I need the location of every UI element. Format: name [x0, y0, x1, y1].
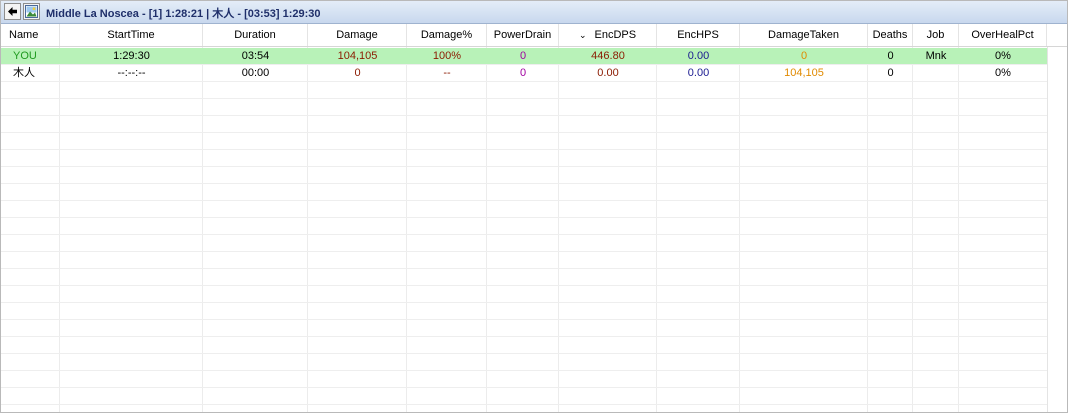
- cell-duration: 03:54: [241, 50, 270, 62]
- back-button[interactable]: [4, 3, 21, 20]
- picture-icon: [25, 5, 38, 18]
- grid-line: [1, 302, 1047, 303]
- combatant-table: Name StartTime Duration Damage Damage% P…: [1, 24, 1067, 412]
- grid-line: [1, 234, 1047, 235]
- grid-line: [1, 217, 1047, 218]
- grid-line: [1, 336, 1047, 337]
- cell-starttime: 1:29:30: [113, 50, 150, 62]
- cell-job: Mnk: [925, 50, 947, 62]
- column-header-name[interactable]: Name: [1, 24, 60, 46]
- grid-line: [1, 404, 1047, 405]
- column-header-damagepct[interactable]: Damage%: [407, 24, 487, 46]
- table-row[interactable]: 木人 --:--:-- 00:00 0 -- 0 0.00 0.00 104,1…: [1, 65, 1047, 81]
- cell-deaths: 0: [887, 67, 894, 79]
- cell-name: 木人: [13, 67, 35, 79]
- grid-line: [1, 251, 1047, 252]
- grid-line: [656, 47, 657, 412]
- arrow-left-icon: [8, 7, 17, 16]
- grid-line: [867, 47, 868, 412]
- column-header-starttime[interactable]: StartTime: [60, 24, 203, 46]
- column-header-deaths[interactable]: Deaths: [868, 24, 913, 46]
- grid-line: [1, 387, 1047, 388]
- grid-line: [1047, 47, 1048, 412]
- cell-overhealpct: 0%: [995, 67, 1011, 79]
- cell-powerdrain: 0: [519, 67, 527, 79]
- grid-line: [1, 166, 1047, 167]
- cell-name: YOU: [13, 50, 37, 62]
- grid-line: [1, 319, 1047, 320]
- cell-damagetaken: 104,105: [784, 67, 824, 79]
- grid-line: [1, 132, 1047, 133]
- act-window: Middle La Noscea - [1] 1:28:21 | 木人 - [0…: [0, 0, 1068, 413]
- column-header-duration[interactable]: Duration: [203, 24, 308, 46]
- grid-line: [486, 47, 487, 412]
- grid-line: [1, 81, 1047, 82]
- cell-starttime: --:--:--: [117, 67, 146, 79]
- graph-view-button[interactable]: [23, 3, 40, 20]
- encounter-title: Middle La Noscea - [1] 1:28:21 | 木人 - [0…: [46, 8, 321, 20]
- table-header: Name StartTime Duration Damage Damage% P…: [1, 24, 1067, 47]
- grid-line: [558, 47, 559, 412]
- grid-line: [958, 47, 959, 412]
- column-header-enchps[interactable]: EncHPS: [657, 24, 740, 46]
- grid-line: [1, 98, 1047, 99]
- column-header-overhealpct[interactable]: OverHealPct: [959, 24, 1047, 46]
- column-header-damagetaken[interactable]: DamageTaken: [740, 24, 868, 46]
- cell-overhealpct: 0%: [995, 50, 1011, 62]
- column-header-job[interactable]: Job: [913, 24, 959, 46]
- grid-line: [202, 47, 203, 412]
- grid-line: [912, 47, 913, 412]
- table-row[interactable]: YOU 1:29:30 03:54 104,105 100% 0 446.80 …: [1, 48, 1047, 64]
- cell-deaths: 0: [887, 50, 894, 62]
- cell-job: [913, 65, 959, 81]
- grid-line: [307, 47, 308, 412]
- column-header-damage[interactable]: Damage: [308, 24, 407, 46]
- grid-line: [739, 47, 740, 412]
- sort-descending-icon: ⌄: [578, 30, 587, 40]
- grid-line: [1, 268, 1047, 269]
- grid-line: [1, 183, 1047, 184]
- grid-line: [1, 370, 1047, 371]
- column-header-encdps[interactable]: ⌄ EncDPS: [559, 24, 657, 46]
- grid-line: [59, 47, 60, 412]
- grid-line: [1, 200, 1047, 201]
- grid-line: [406, 47, 407, 412]
- encounter-title-bar: Middle La Noscea - [1] 1:28:21 | 木人 - [0…: [1, 1, 1067, 24]
- cell-encdps: 446.80: [591, 50, 625, 62]
- cell-damage: 104,105: [337, 50, 378, 62]
- grid-line: [1, 149, 1047, 150]
- cell-powerdrain: 0: [519, 50, 527, 62]
- grid-line: [1, 353, 1047, 354]
- column-header-powerdrain[interactable]: PowerDrain: [487, 24, 559, 46]
- cell-damagepct: --: [443, 67, 451, 79]
- grid-line: [1, 285, 1047, 286]
- cell-damagetaken: 0: [800, 50, 808, 62]
- cell-damagepct: 100%: [432, 50, 462, 62]
- grid-line: [1, 115, 1047, 116]
- cell-damage: 0: [354, 67, 361, 79]
- cell-duration: 00:00: [241, 67, 270, 79]
- cell-encdps: 0.00: [597, 67, 619, 79]
- cell-enchps: 0.00: [687, 50, 710, 62]
- cell-enchps: 0.00: [687, 67, 710, 79]
